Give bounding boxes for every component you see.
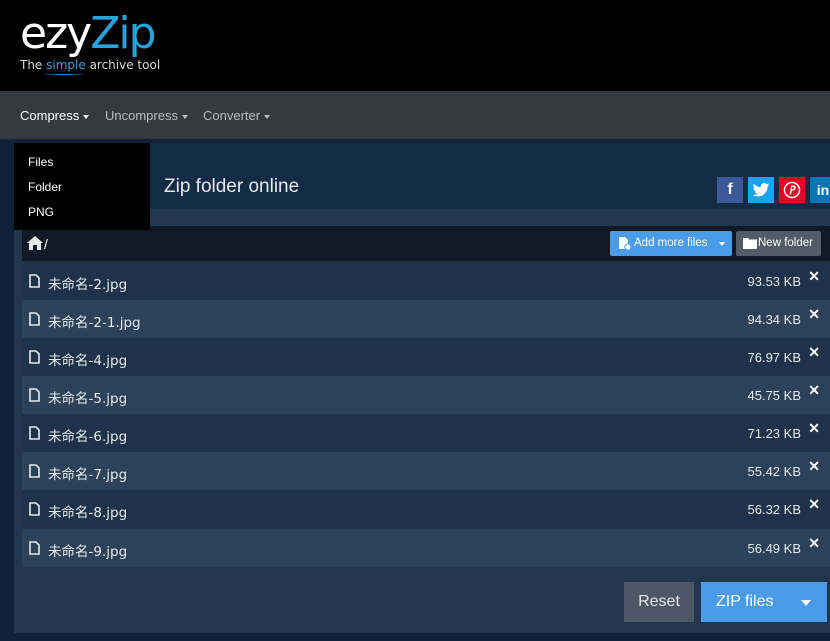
file-name: 未命名-9.jpg [48,544,128,560]
caret-down-icon [719,242,725,246]
folder-icon [743,238,757,249]
logo[interactable]: ezyZip The simple archive tool [20,8,161,75]
file-size: 76.97 KB [747,350,802,365]
remove-file-icon[interactable]: ✕ [808,306,820,323]
file-icon [29,350,40,364]
nav-uncompress-label: Uncompress [105,108,178,123]
logo-text-ezy: ezy [20,8,92,59]
file-icon [29,426,40,440]
add-more-files-label: Add more files [634,237,708,249]
file-row[interactable]: 未命名-7.jpg 55.42 KB ✕ [22,452,830,490]
tagline-post: archive tool [85,58,161,72]
tagline-underline [44,72,84,75]
remove-file-icon[interactable]: ✕ [808,535,820,552]
add-file-icon [619,237,631,250]
file-size: 45.75 KB [747,388,802,403]
page-title: Zip folder online [164,176,300,197]
home-icon[interactable] [27,236,43,250]
add-more-files-button[interactable]: Add more files [610,231,732,256]
dropdown-item-files[interactable]: Files [28,155,53,169]
zip-files-button[interactable]: ZIP files [701,582,827,622]
tagline-pre: The [20,58,47,72]
caret-down-icon [264,114,271,119]
facebook-share-button[interactable]: f [717,177,743,203]
file-size: 56.32 KB [747,502,802,517]
dropdown-item-png[interactable]: PNG [28,205,54,219]
add-files-dropdown-toggle[interactable] [714,231,732,256]
file-size: 93.53 KB [747,274,802,289]
new-folder-label: New folder [758,237,813,249]
compress-dropdown-menu: Files Folder PNG [14,143,150,230]
file-icon [29,388,40,402]
file-row[interactable]: 未命名-2-1.jpg 94.34 KB ✕ [22,300,830,338]
file-icon [29,541,40,555]
file-row[interactable]: 未命名-2.jpg 93.53 KB ✕ [22,262,830,300]
logo-text-zip: Zip [90,8,156,59]
navbar: Compress Uncompress Converter [0,91,830,139]
file-row[interactable]: 未命名-4.jpg 76.97 KB ✕ [22,338,830,376]
facebook-icon: f [727,181,733,198]
remove-file-icon[interactable]: ✕ [808,496,820,513]
caret-down-icon [181,114,188,119]
twitter-icon [752,183,770,197]
breadcrumb-path[interactable]: / [44,236,48,252]
dropdown-item-folder[interactable]: Folder [28,180,62,194]
file-icon [29,274,40,288]
nav-converter[interactable]: Converter [203,108,271,123]
file-size: 94.34 KB [747,312,802,327]
file-icon [29,312,40,326]
nav-compress[interactable]: Compress [20,108,90,123]
pinterest-share-button[interactable] [779,177,805,203]
logo-tagline: The simple archive tool [20,58,161,75]
file-name: 未命名-8.jpg [48,505,128,521]
nav-uncompress[interactable]: Uncompress [105,108,188,123]
file-name: 未命名-6.jpg [48,429,128,445]
caret-down-icon[interactable] [801,600,811,606]
remove-file-icon[interactable]: ✕ [808,344,820,361]
remove-file-icon[interactable]: ✕ [808,420,820,437]
new-folder-button[interactable]: New folder [736,231,821,256]
file-name: 未命名-7.jpg [48,467,128,483]
file-name: 未命名-2-1.jpg [48,315,141,331]
reset-button[interactable]: Reset [624,582,694,622]
site-header: ezyZip The simple archive tool [0,0,830,91]
file-icon [29,464,40,478]
file-name: 未命名-5.jpg [48,391,128,407]
pinterest-icon [783,181,801,199]
caret-down-icon [83,114,90,119]
file-size: 71.23 KB [747,426,802,441]
twitter-share-button[interactable] [748,177,774,203]
file-row[interactable]: 未命名-6.jpg 71.23 KB ✕ [22,414,830,452]
file-icon [29,502,40,516]
file-row[interactable]: 未命名-8.jpg 56.32 KB ✕ [22,490,830,528]
linkedin-share-button[interactable]: in [810,177,830,203]
file-size: 55.42 KB [747,464,802,479]
zip-files-label: ZIP files [716,593,774,610]
file-row[interactable]: 未命名-9.jpg 56.49 KB ✕ [22,529,830,567]
tagline-highlight: simple [46,58,86,72]
remove-file-icon[interactable]: ✕ [808,268,820,285]
remove-file-icon[interactable]: ✕ [808,458,820,475]
file-name: 未命名-2.jpg [48,277,128,293]
linkedin-icon: in [816,182,830,198]
nav-compress-label: Compress [20,108,80,123]
file-row[interactable]: 未命名-5.jpg 45.75 KB ✕ [22,376,830,414]
nav-converter-label: Converter [203,108,261,123]
file-size: 56.49 KB [747,541,802,556]
remove-file-icon[interactable]: ✕ [808,382,820,399]
file-name: 未命名-4.jpg [48,353,128,369]
